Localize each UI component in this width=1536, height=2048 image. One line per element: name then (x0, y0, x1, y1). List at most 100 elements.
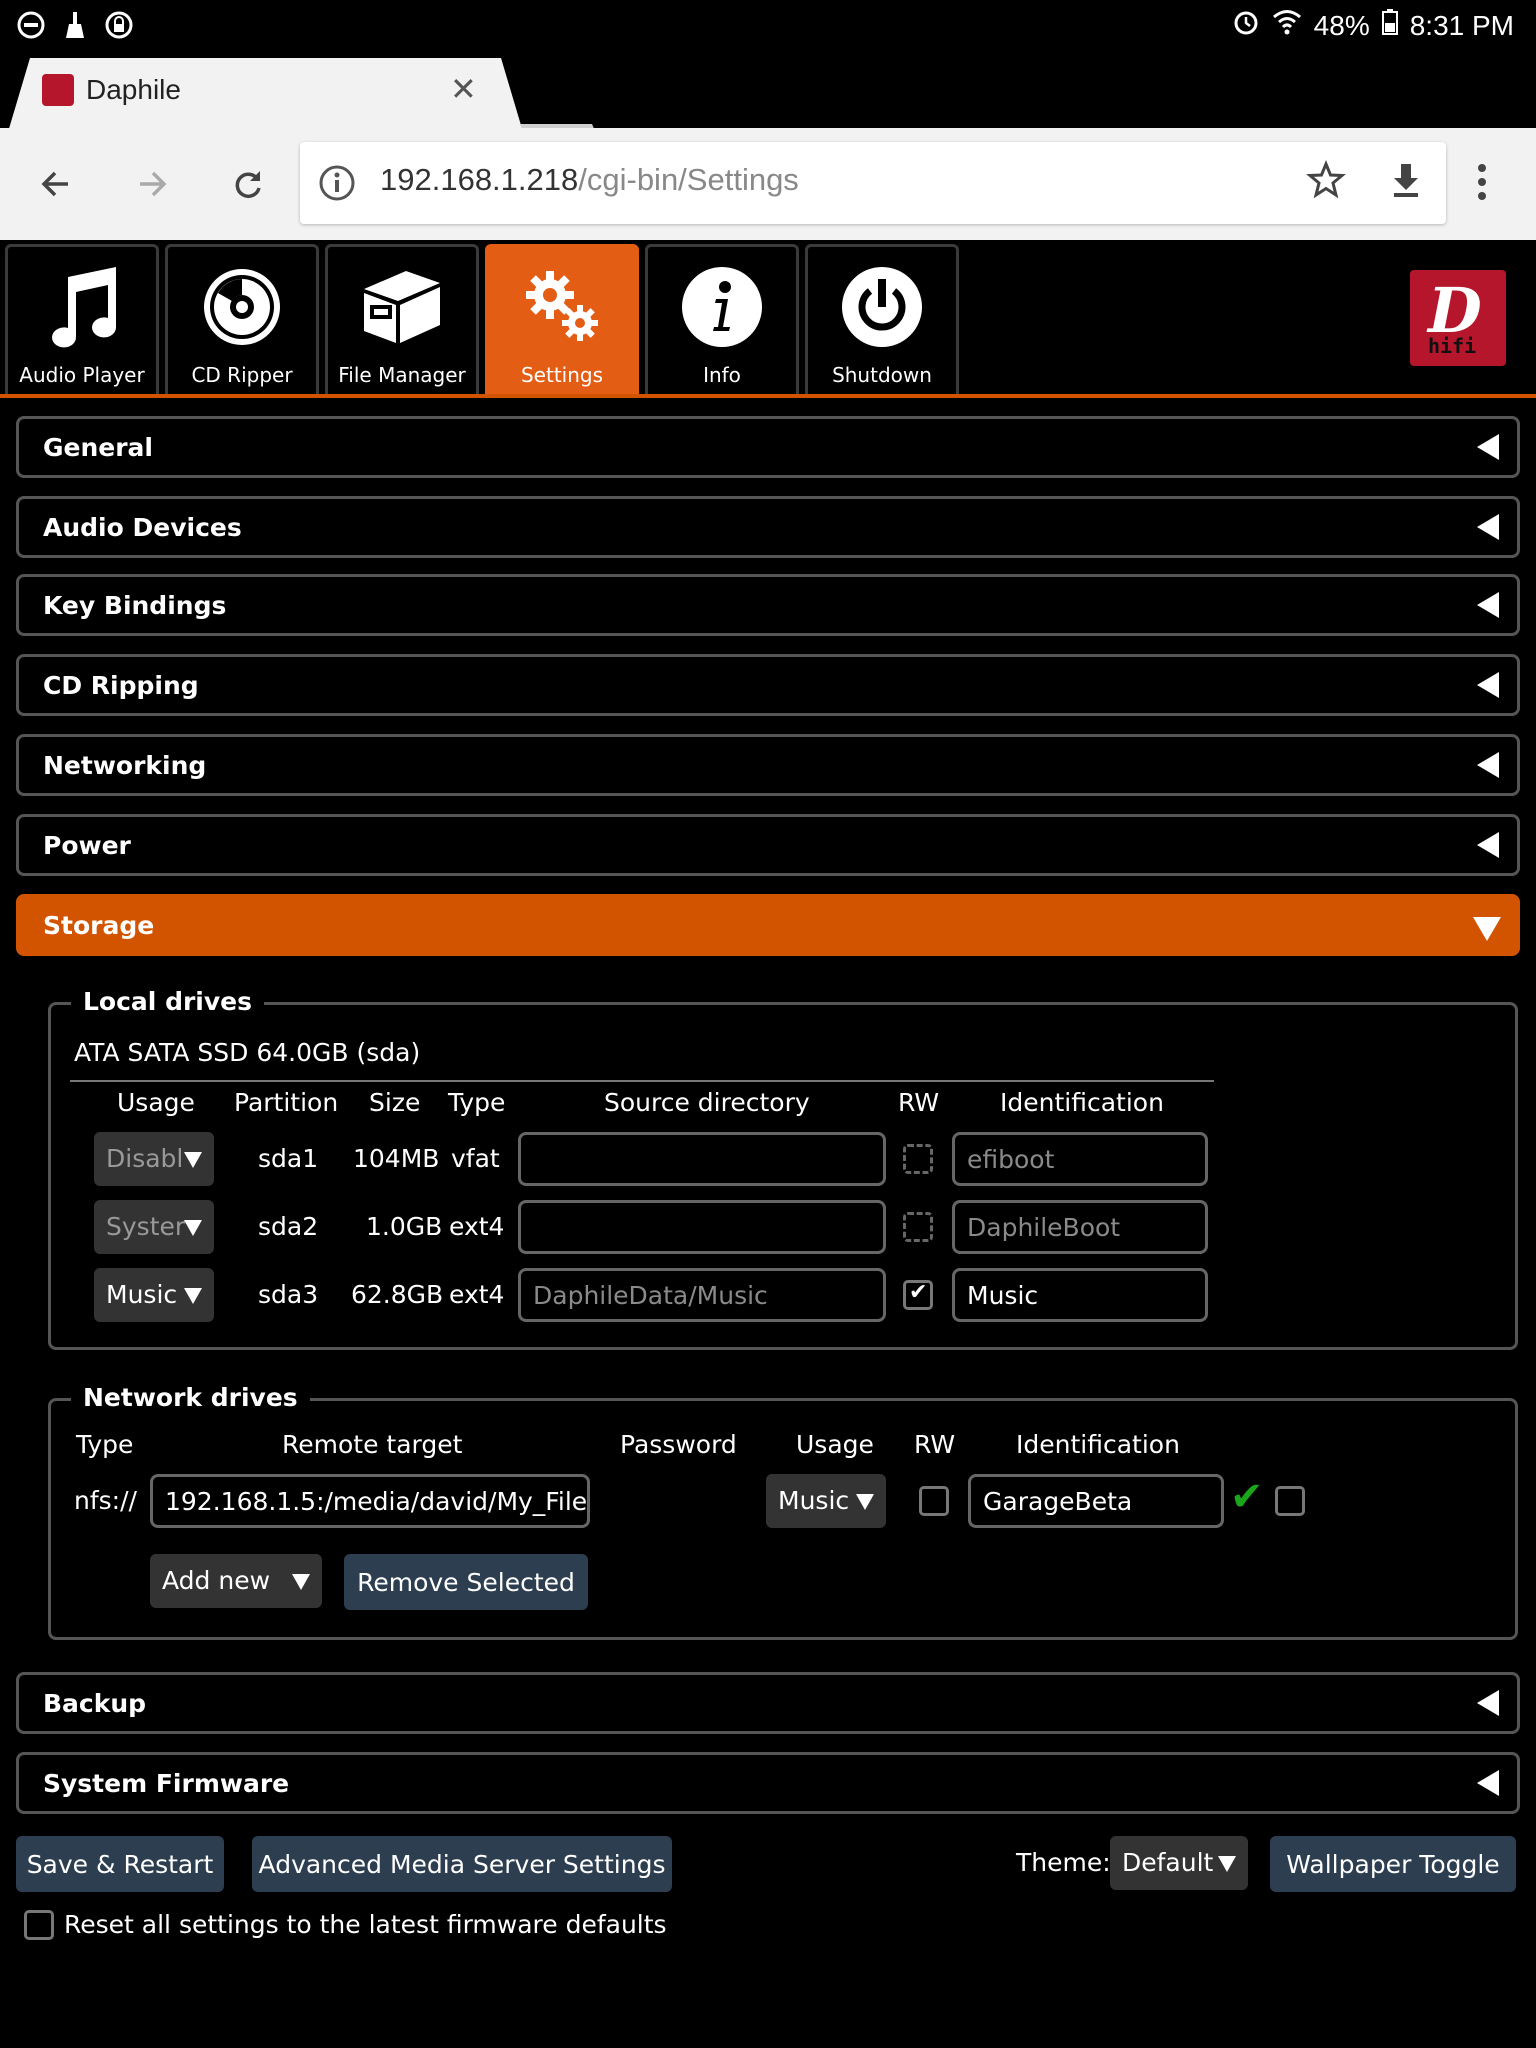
daphile-hifi-logo: D hifi (1410, 270, 1506, 366)
header-usage: Usage (796, 1430, 874, 1459)
reset-defaults-label: Reset all settings to the latest firmwar… (64, 1910, 667, 1939)
daphile-favicon-icon (42, 74, 74, 106)
rw-checkbox-sda1[interactable] (903, 1144, 933, 1174)
clock-time: 8:31 PM (1409, 9, 1514, 41)
collapse-arrow-icon (1477, 592, 1499, 618)
reset-defaults-checkbox[interactable] (24, 1910, 54, 1940)
header-identification: Identification (1000, 1088, 1164, 1117)
site-info-icon[interactable] (318, 164, 356, 206)
collapse-arrow-icon (1477, 752, 1499, 778)
theme-select[interactable]: Default (1110, 1836, 1248, 1890)
collapse-arrow-icon (1477, 832, 1499, 858)
header-type: Type (76, 1430, 134, 1459)
chevron-down-icon (1218, 1856, 1236, 1872)
section-general[interactable]: General (16, 416, 1520, 478)
size-sda2: 1.0GB (366, 1212, 443, 1241)
do-not-disturb-icon (16, 10, 46, 40)
battery-percent: 48% (1313, 9, 1370, 41)
collapse-arrow-icon (1477, 1770, 1499, 1796)
network-usage-select[interactable]: Music (766, 1474, 886, 1528)
usage-select-sda2[interactable]: Syster (94, 1200, 214, 1254)
source-dir-sda3[interactable]: DaphileData/Music (518, 1268, 886, 1322)
chevron-down-icon (184, 1220, 202, 1236)
app-nav: Audio Player CD Ripper File Manager Sett (0, 240, 1536, 398)
box-icon (360, 265, 444, 349)
header-rw: RW (898, 1088, 940, 1117)
nav-tab-shutdown[interactable]: Shutdown (805, 244, 959, 394)
usage-select-sda1[interactable]: Disabl (94, 1132, 214, 1186)
type-sda3: ext4 (449, 1280, 505, 1309)
wallpaper-toggle-button[interactable]: Wallpaper Toggle (1270, 1836, 1516, 1892)
network-type: nfs:// (74, 1486, 137, 1515)
network-select-checkbox[interactable] (1275, 1486, 1305, 1516)
local-drives-legend: Local drives (71, 987, 264, 1016)
section-power[interactable]: Power (16, 814, 1520, 876)
source-dir-sda2[interactable] (518, 1200, 886, 1254)
collapse-arrow-icon (1477, 434, 1499, 460)
header-rw: RW (914, 1430, 956, 1459)
partition-sda2: sda2 (258, 1212, 319, 1241)
header-usage: Usage (117, 1088, 195, 1117)
download-icon[interactable] (1386, 160, 1426, 204)
drive-name: ATA SATA SSD 64.0GB (sda) (74, 1038, 421, 1067)
nav-tab-audio-player[interactable]: Audio Player (5, 244, 159, 394)
tab-title: Daphile (86, 74, 181, 105)
bookmark-star-icon[interactable] (1306, 160, 1346, 204)
section-key-bindings[interactable]: Key Bindings (16, 574, 1520, 636)
nav-tab-file-manager[interactable]: File Manager (325, 244, 479, 394)
gears-icon (520, 265, 604, 349)
nav-tab-info[interactable]: Info (645, 244, 799, 394)
advanced-media-server-button[interactable]: Advanced Media Server Settings (252, 1836, 672, 1892)
section-storage[interactable]: Storage (16, 894, 1520, 956)
section-audio-devices[interactable]: Audio Devices (16, 496, 1520, 558)
browser-toolbar: 192.168.1.218/cgi-bin/Settings (0, 128, 1536, 240)
alarm-icon (1232, 8, 1260, 43)
address-bar[interactable]: 192.168.1.218/cgi-bin/Settings (300, 142, 1446, 224)
partition-sda1: sda1 (258, 1144, 319, 1173)
chevron-down-icon (184, 1152, 202, 1168)
tab-close-icon[interactable]: ✕ (450, 70, 477, 108)
size-sda1: 104MB (353, 1144, 440, 1173)
network-drives-legend: Network drives (71, 1383, 310, 1412)
save-restart-button[interactable]: Save & Restart (16, 1836, 224, 1892)
network-ident-input[interactable]: GarageBeta (968, 1474, 1224, 1528)
music-note-icon (40, 265, 124, 349)
remove-selected-button[interactable]: Remove Selected (344, 1554, 588, 1610)
section-cd-ripping[interactable]: CD Ripping (16, 654, 1520, 716)
overflow-menu-icon[interactable] (1476, 162, 1488, 206)
source-dir-sda1[interactable] (518, 1132, 886, 1186)
reload-icon[interactable] (222, 158, 274, 210)
ident-sda1[interactable]: efiboot (952, 1132, 1208, 1186)
header-source-directory: Source directory (604, 1088, 810, 1117)
forward-icon[interactable] (126, 158, 178, 210)
ident-sda2[interactable]: DaphileBoot (952, 1200, 1208, 1254)
theme-label: Theme: (1016, 1848, 1111, 1877)
type-sda1: vfat (451, 1144, 500, 1173)
section-backup[interactable]: Backup (16, 1672, 1520, 1734)
section-networking[interactable]: Networking (16, 734, 1520, 796)
broom-icon (60, 10, 90, 40)
url-text[interactable]: 192.168.1.218/cgi-bin/Settings (380, 162, 799, 198)
chevron-down-icon (184, 1288, 202, 1304)
add-new-select[interactable]: Add new (150, 1554, 322, 1608)
lock-icon (104, 10, 134, 40)
wifi-icon (1272, 8, 1302, 43)
ident-sda3[interactable]: Music (952, 1268, 1208, 1322)
remote-target-input[interactable]: 192.168.1.5:/media/david/My_Files (150, 1474, 590, 1528)
usage-select-sda3[interactable]: Music (94, 1268, 214, 1322)
header-password: Password (620, 1430, 737, 1459)
header-identification: Identification (1016, 1430, 1180, 1459)
type-sda2: ext4 (449, 1212, 505, 1241)
rw-checkbox-sda3[interactable] (903, 1280, 933, 1310)
section-system-firmware[interactable]: System Firmware (16, 1752, 1520, 1814)
header-size: Size (369, 1088, 421, 1117)
nav-tab-cd-ripper[interactable]: CD Ripper (165, 244, 319, 394)
rw-checkbox-sda2[interactable] (903, 1212, 933, 1242)
back-icon[interactable] (30, 158, 82, 210)
collapse-arrow-icon (1477, 672, 1499, 698)
power-icon (840, 265, 924, 349)
network-rw-checkbox[interactable] (919, 1486, 949, 1516)
nav-tab-settings[interactable]: Settings (485, 244, 639, 394)
cd-icon (200, 265, 284, 349)
partition-sda3: sda3 (258, 1280, 319, 1309)
